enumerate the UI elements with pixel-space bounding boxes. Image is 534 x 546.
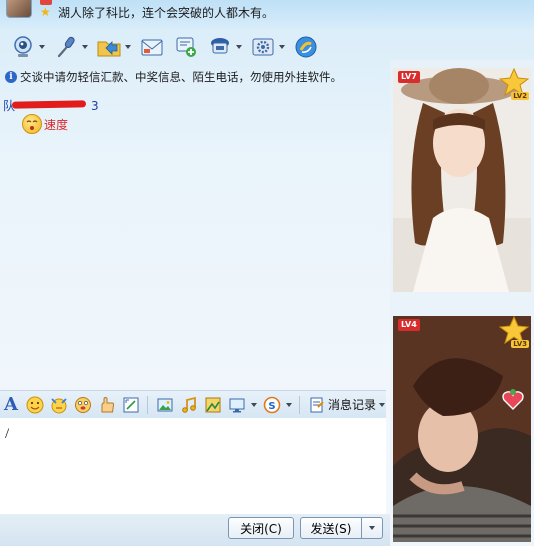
create-group-button[interactable] — [171, 32, 201, 62]
vip-star-icon: LV2 — [498, 68, 530, 100]
webcam-icon — [10, 34, 36, 60]
redaction-mark — [11, 100, 87, 109]
security-notice: i 交谈中请勿轻信汇款、中奖信息、陌生电话，勿使用外挂软件。 — [5, 69, 342, 85]
chevron-down-icon[interactable] — [125, 45, 131, 49]
title-bar: ★ 湖人除了科比，连个会突破的人都木有。 — [0, 0, 534, 28]
contact-signature: 湖人除了科比，连个会突破的人都木有。 — [58, 6, 275, 20]
remote-icon — [207, 34, 233, 60]
music-icon[interactable] — [179, 395, 198, 414]
security-notice-text: 交谈中请勿轻信汇款、中奖信息、陌生电话，勿使用外挂软件。 — [20, 70, 342, 84]
close-button[interactable]: 关闭(C) — [228, 517, 294, 539]
emoji-icon — [22, 114, 42, 134]
profile-panel: LV7 LV2 LV4 LV3 — [390, 60, 534, 546]
chevron-down-icon — [369, 526, 375, 530]
message-input-text: / — [5, 426, 10, 442]
chevron-down-icon[interactable] — [251, 402, 257, 407]
message-input[interactable]: / — [0, 418, 386, 514]
chat-toolbar — [0, 28, 390, 66]
history-icon — [310, 397, 324, 412]
toolbar-divider — [299, 395, 300, 414]
chat-add-icon — [173, 34, 199, 60]
gear-icon — [250, 34, 276, 60]
app-settings-button[interactable] — [248, 32, 287, 62]
svg-text:S: S — [268, 401, 275, 412]
vip-level-badge: LV2 — [511, 92, 529, 100]
message-history-button[interactable]: 消息记录 — [309, 396, 386, 413]
input-toolbar: A S 消息记录 — [0, 390, 386, 418]
image-icon[interactable] — [155, 395, 174, 414]
mail-icon — [139, 34, 165, 60]
screen-share-icon[interactable] — [227, 395, 246, 414]
star-icon: ★ — [40, 5, 51, 19]
vip-star-icon: LV3 — [498, 316, 530, 348]
remote-assist-button[interactable] — [205, 32, 244, 62]
screenshot-icon[interactable] — [121, 395, 140, 414]
heart-icon — [501, 388, 525, 412]
self-photo[interactable]: LV4 LV3 — [393, 316, 531, 542]
chevron-down-icon — [379, 402, 386, 407]
message-history-label: 消息记录 — [328, 398, 377, 412]
vip-level-badge: LV3 — [511, 340, 529, 348]
toolbar-divider — [147, 395, 148, 414]
send-file-button[interactable] — [94, 32, 133, 62]
send-button[interactable]: 发送(S) — [300, 517, 362, 539]
magic-emoticon-icon[interactable] — [49, 395, 68, 414]
microphone-icon — [53, 34, 79, 60]
folder-icon — [96, 34, 122, 60]
chevron-down-icon[interactable] — [82, 45, 88, 49]
level-badge: LV4 — [398, 319, 420, 331]
contact-avatar[interactable] — [6, 0, 32, 18]
level-badge: LV7 — [398, 71, 420, 83]
font-icon[interactable]: A — [4, 394, 20, 415]
qq-apps-button[interactable] — [291, 32, 321, 62]
chevron-down-icon[interactable] — [39, 45, 45, 49]
send-email-button[interactable] — [137, 32, 167, 62]
scene-icon[interactable] — [203, 395, 222, 414]
shake-window-icon[interactable] — [73, 395, 92, 414]
message-text: 速度 — [44, 117, 69, 132]
message-item: 速度 — [22, 114, 68, 134]
send-options-button[interactable] — [362, 517, 383, 539]
apps-icon — [293, 34, 319, 60]
hand-gesture-icon[interactable] — [97, 395, 116, 414]
chevron-down-icon[interactable] — [279, 45, 285, 49]
video-call-button[interactable] — [8, 32, 47, 62]
chevron-down-icon[interactable] — [286, 402, 292, 407]
voice-call-button[interactable] — [51, 32, 90, 62]
message-history[interactable]: i 交谈中请勿轻信汇款、中奖信息、陌生电话，勿使用外挂软件。 队3 速度 — [0, 66, 386, 388]
sogou-input-icon[interactable]: S — [262, 395, 281, 414]
action-bar: 关闭(C) 发送(S) — [0, 514, 390, 546]
contact-photo[interactable]: LV7 LV2 — [393, 68, 531, 292]
info-icon: i — [5, 71, 17, 83]
chevron-down-icon[interactable] — [236, 45, 242, 49]
emoticon-icon[interactable] — [25, 395, 44, 414]
